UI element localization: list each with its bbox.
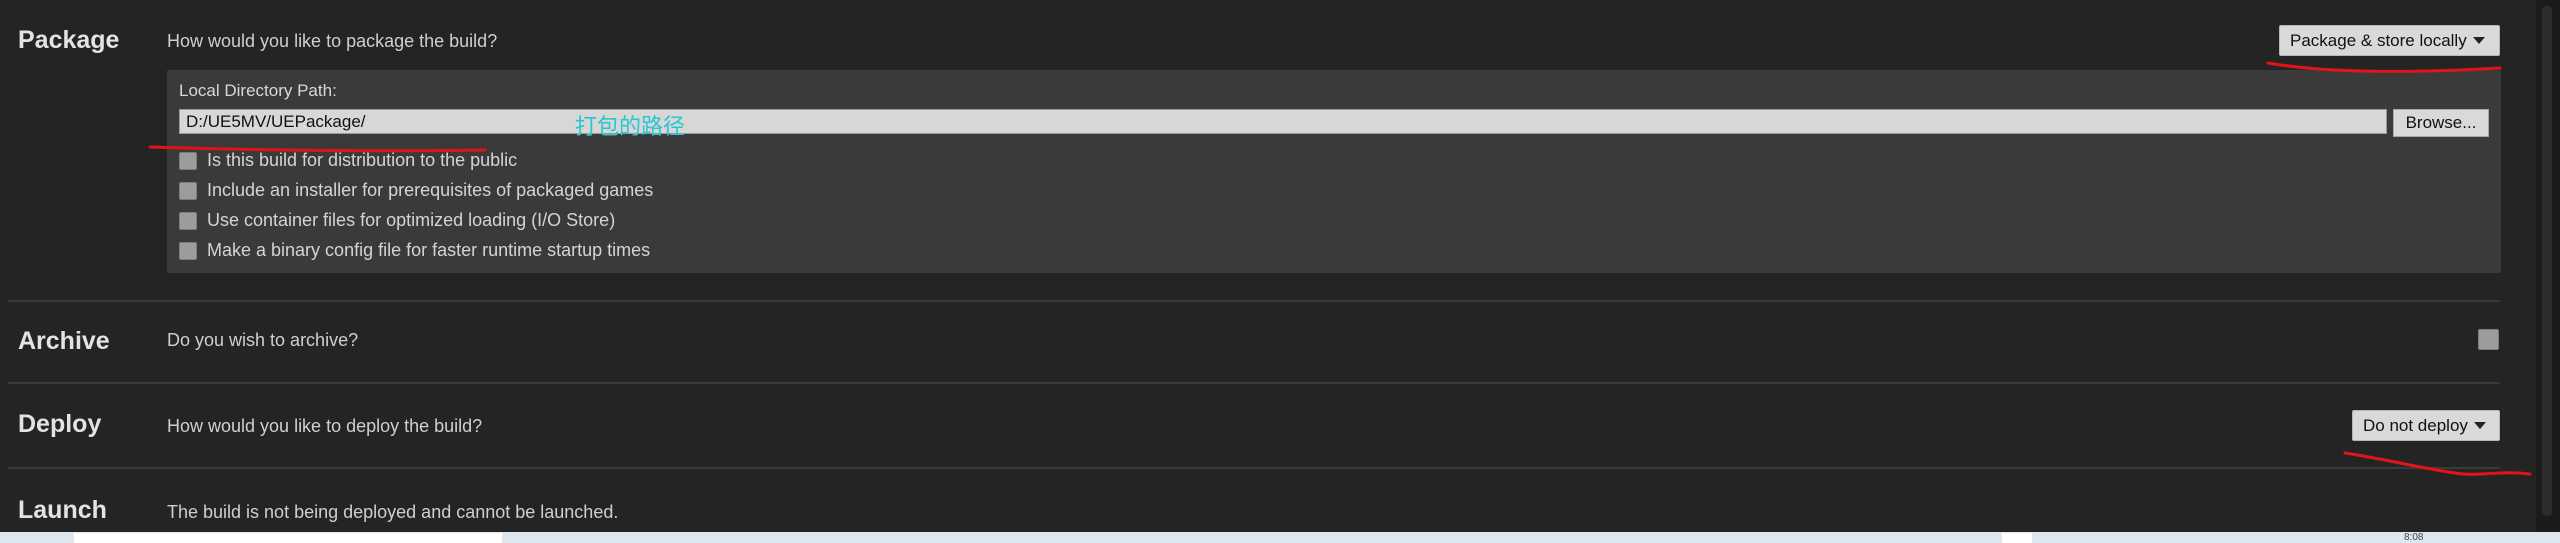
- section-divider: [8, 382, 2500, 384]
- local-directory-path-input[interactable]: D:/UE5MV/UEPackage/: [179, 109, 2387, 134]
- deploy-section-title: Deploy: [18, 410, 102, 438]
- archive-prompt: Do you wish to archive?: [167, 330, 359, 350]
- deploy-mode-value: Do not deploy: [2363, 415, 2468, 435]
- path-annotation-text: 打包的路径: [575, 114, 686, 139]
- checkbox-icon[interactable]: [179, 151, 197, 170]
- io-store-checkbox-label: Use container files for optimized loadin…: [207, 210, 616, 230]
- package-section-title: Package: [18, 26, 120, 54]
- archive-checkbox[interactable]: [2478, 329, 2499, 350]
- io-store-checkbox-row[interactable]: Use container files for optimized loadin…: [179, 210, 615, 231]
- taskbar-tab[interactable]: [74, 533, 502, 543]
- section-divider: [8, 467, 2500, 469]
- archive-section-title: Archive: [18, 327, 110, 355]
- checkbox-icon[interactable]: [179, 211, 197, 230]
- taskbar-tab[interactable]: [2002, 533, 2032, 543]
- section-divider: [8, 300, 2500, 302]
- package-mode-dropdown[interactable]: Package & store locally: [2279, 25, 2500, 56]
- taskbar-clock: 8:08: [2404, 532, 2424, 543]
- local-directory-path-label: Local Directory Path:: [179, 81, 337, 100]
- binary-config-checkbox-label: Make a binary config file for faster run…: [207, 240, 651, 260]
- project-launcher-panel: Package How would you like to package th…: [0, 0, 2536, 532]
- dropdown-arrow-icon: [2472, 37, 2485, 44]
- launch-prompt: The build is not being deployed and cann…: [167, 502, 619, 522]
- checkbox-icon[interactable]: [179, 241, 197, 260]
- checkbox-icon[interactable]: [179, 181, 197, 200]
- scrollbar-thumb[interactable]: [2542, 6, 2552, 516]
- installer-checkbox-label: Include an installer for prerequisites o…: [207, 180, 654, 200]
- distribution-checkbox-label: Is this build for distribution to the pu…: [207, 150, 518, 170]
- deploy-mode-dropdown[interactable]: Do not deploy: [2352, 410, 2500, 441]
- dropdown-arrow-icon: [2473, 422, 2486, 429]
- package-mode-value: Package & store locally: [2290, 30, 2467, 50]
- package-prompt: How would you like to package the build?: [167, 31, 498, 51]
- launch-section-title: Launch: [18, 496, 107, 524]
- package-options-panel: Local Directory Path: D:/UE5MV/UEPackage…: [167, 70, 2501, 273]
- distribution-checkbox-row[interactable]: Is this build for distribution to the pu…: [179, 150, 517, 171]
- installer-checkbox-row[interactable]: Include an installer for prerequisites o…: [179, 180, 653, 201]
- deploy-prompt: How would you like to deploy the build?: [167, 416, 483, 436]
- binary-config-checkbox-row[interactable]: Make a binary config file for faster run…: [179, 240, 650, 261]
- browse-button[interactable]: Browse...: [2393, 109, 2489, 137]
